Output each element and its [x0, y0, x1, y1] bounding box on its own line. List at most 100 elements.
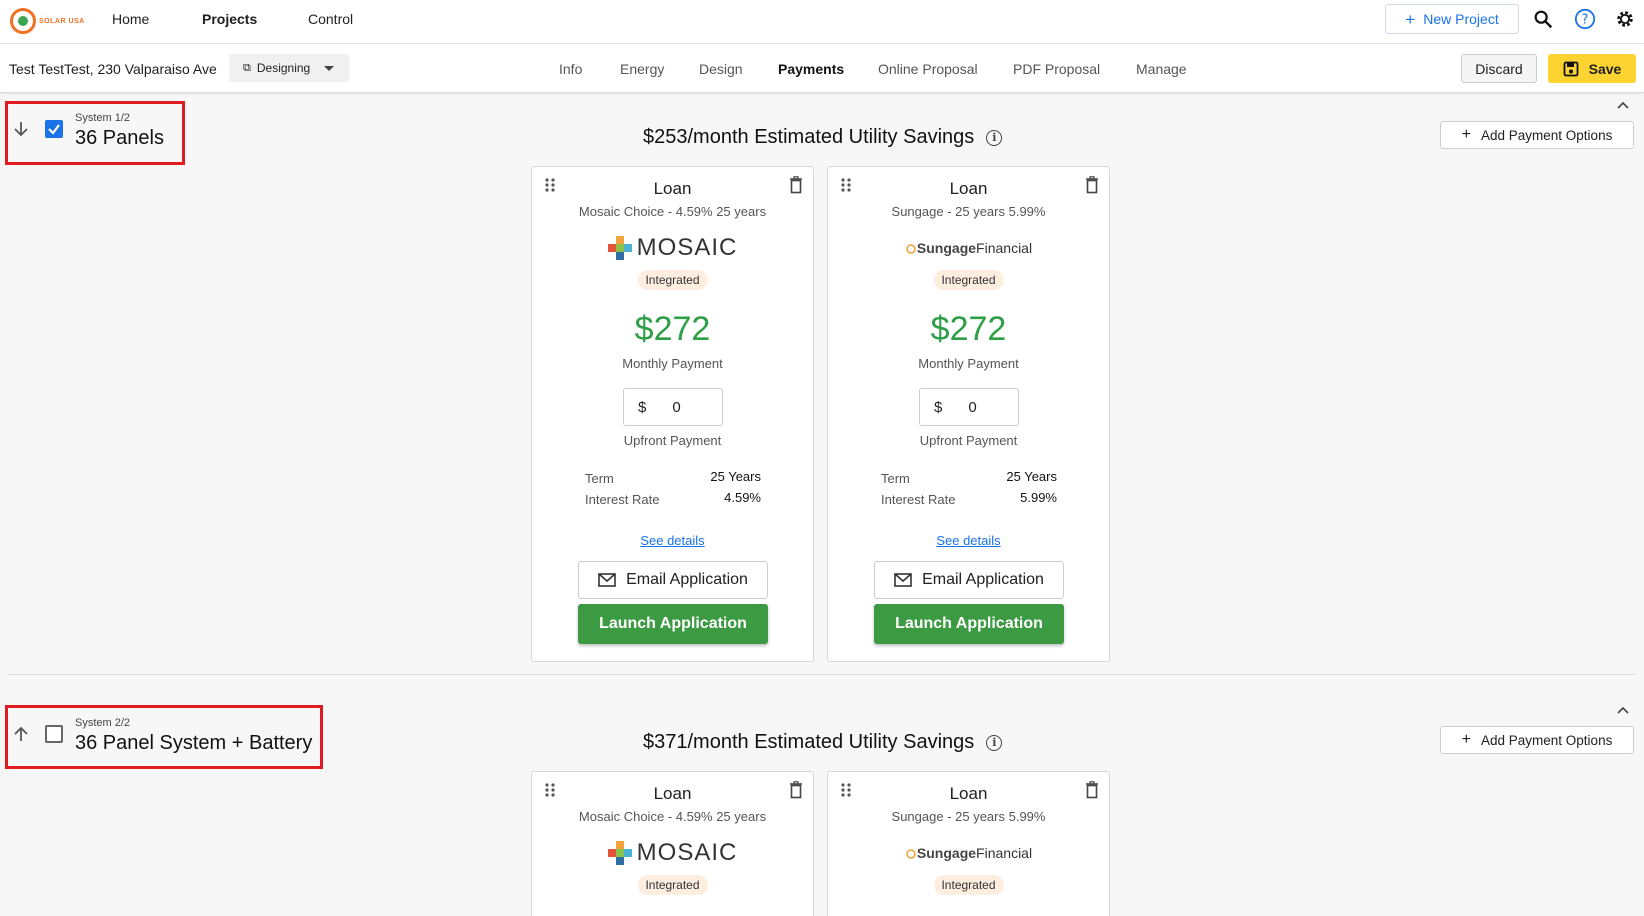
system-1-checkbox[interactable] — [45, 120, 63, 138]
plus-icon: + — [1405, 9, 1416, 29]
mosaic-logo: MOSAIC — [532, 233, 813, 263]
launch-application-button[interactable]: Launch Application — [578, 604, 768, 644]
save-label: Save — [1588, 60, 1622, 77]
savings-text: $253/month Estimated Utility Savings — [643, 126, 975, 148]
launch-application-button[interactable]: Launch Application — [874, 604, 1064, 644]
arrow-up-icon[interactable] — [12, 725, 30, 743]
add-payment-options-button[interactable]: + Add Payment Options — [1440, 726, 1634, 754]
card-type: Loan — [653, 784, 692, 803]
nav-control[interactable]: Control — [308, 11, 353, 27]
monthly-payment-label: Monthly Payment — [918, 356, 1019, 371]
chevron-up-icon[interactable] — [1616, 703, 1630, 717]
save-button[interactable]: Save — [1548, 54, 1636, 83]
tab-payments[interactable]: Payments — [778, 61, 844, 77]
tab-online-proposal[interactable]: Online Proposal — [878, 61, 978, 77]
monthly-payment-amount: $272 — [634, 310, 711, 348]
project-address: Test TestTest, 230 Valparaiso Ave — [9, 61, 217, 77]
stage-icon: ⧉ — [243, 61, 251, 74]
sungage-wordmark-a: Sungage — [916, 240, 977, 256]
solar-usa-logo[interactable]: SOLAR USA — [10, 6, 88, 36]
nav-projects[interactable]: Projects — [202, 11, 257, 27]
interest-rate-label: Interest Rate — [585, 492, 660, 507]
floppy-icon — [1563, 61, 1579, 76]
upfront-value: 0 — [672, 398, 681, 416]
term-label: Term — [881, 471, 910, 486]
help-icon[interactable]: ? — [1574, 8, 1596, 30]
stage-label: Designing — [256, 61, 311, 75]
payment-card-sungage: Loan Sungage - 25 years 5.99% Sungage Fi… — [827, 166, 1110, 662]
tab-info[interactable]: Info — [559, 61, 582, 77]
gear-icon[interactable] — [1614, 8, 1636, 30]
project-subnav: Test TestTest, 230 Valparaiso Ave ⧉ Desi… — [0, 44, 1644, 93]
card-subtitle: Sungage - 25 years 5.99% — [891, 809, 1046, 824]
sungage-mark-icon — [906, 849, 916, 859]
interest-rate-label: Interest Rate — [881, 492, 956, 507]
payment-card-mosaic: Loan Mosaic Choice - 4.59% 25 years MOSA… — [531, 166, 814, 662]
sungage-logo: Sungage Financial — [828, 838, 1109, 868]
email-application-label: Email Application — [626, 571, 748, 588]
term-value: 25 Years — [710, 469, 761, 484]
logo-text: SOLAR USA — [39, 17, 85, 25]
discard-button[interactable]: Discard — [1461, 54, 1537, 83]
sungage-wordmark-a: Sungage — [916, 845, 977, 861]
stage-dropdown[interactable]: ⧉ Designing — [229, 54, 349, 82]
logo-icon — [10, 8, 36, 34]
sungage-wordmark-b: Financial — [976, 845, 1033, 861]
nav-home[interactable]: Home — [112, 11, 149, 27]
upfront-payment-label: Upfront Payment — [623, 433, 722, 448]
new-project-label: New Project — [1423, 11, 1499, 27]
mail-icon — [598, 573, 616, 587]
integrated-badge: Integrated — [933, 270, 1004, 290]
integrated-badge: Integrated — [637, 270, 708, 290]
add-payment-label: Add Payment Options — [1481, 732, 1613, 748]
card-type: Loan — [653, 179, 692, 198]
mosaic-wordmark: MOSAIC — [636, 839, 738, 866]
system-1-savings: $253/month Estimated Utility Savings i — [643, 126, 1003, 149]
tab-pdf-proposal[interactable]: PDF Proposal — [1013, 61, 1100, 77]
add-payment-label: Add Payment Options — [1481, 127, 1613, 143]
add-payment-options-button[interactable]: + Add Payment Options — [1440, 121, 1634, 149]
interest-rate-value: 4.59% — [724, 490, 761, 505]
currency-symbol: $ — [934, 398, 943, 416]
monthly-payment-amount: $272 — [930, 310, 1007, 348]
search-icon[interactable] — [1532, 8, 1554, 30]
email-application-button[interactable]: Email Application — [874, 561, 1064, 599]
card-type: Loan — [949, 784, 988, 803]
mosaic-logo: MOSAIC — [532, 838, 813, 868]
upfront-payment-input[interactable]: $ 0 — [623, 388, 723, 426]
email-application-button[interactable]: Email Application — [578, 561, 768, 599]
sungage-logo: Sungage Financial — [828, 233, 1109, 263]
tab-design[interactable]: Design — [699, 61, 743, 77]
see-details-link[interactable]: See details — [828, 533, 1109, 548]
chevron-down-icon — [324, 65, 335, 71]
term-value: 25 Years — [1006, 469, 1057, 484]
system-2-savings: $371/month Estimated Utility Savings i — [643, 731, 1003, 754]
system-2-checkbox[interactable] — [45, 725, 63, 743]
tab-manage[interactable]: Manage — [1136, 61, 1187, 77]
interest-rate-value: 5.99% — [1020, 490, 1057, 505]
check-icon — [48, 124, 60, 135]
mosaic-wordmark: MOSAIC — [636, 234, 738, 261]
mail-icon — [894, 573, 912, 587]
system-2-title: 36 Panel System + Battery — [75, 732, 313, 754]
tab-energy[interactable]: Energy — [620, 61, 664, 77]
arrow-down-icon[interactable] — [12, 120, 30, 138]
system-1-label: System 1/2 — [75, 112, 131, 124]
system-1-title: 36 Panels — [75, 127, 164, 149]
new-project-button[interactable]: + New Project — [1385, 4, 1519, 34]
svg-text:?: ? — [1582, 13, 1589, 28]
currency-symbol: $ — [638, 398, 647, 416]
info-icon[interactable]: i — [986, 734, 1003, 751]
mosaic-mark-icon — [607, 841, 632, 865]
card-subtitle: Mosaic Choice - 4.59% 25 years — [578, 204, 767, 219]
plus-icon: + — [1461, 731, 1471, 748]
top-navbar: SOLAR USA Home Projects Control + New Pr… — [0, 0, 1644, 44]
integrated-badge: Integrated — [637, 875, 708, 895]
info-icon[interactable]: i — [986, 129, 1003, 146]
payment-card-sungage: Loan Sungage - 25 years 5.99% Sungage Fi… — [827, 771, 1110, 916]
upfront-payment-label: Upfront Payment — [919, 433, 1018, 448]
card-subtitle: Mosaic Choice - 4.59% 25 years — [578, 809, 767, 824]
upfront-payment-input[interactable]: $ 0 — [919, 388, 1019, 426]
chevron-up-icon[interactable] — [1616, 98, 1630, 112]
see-details-link[interactable]: See details — [532, 533, 813, 548]
